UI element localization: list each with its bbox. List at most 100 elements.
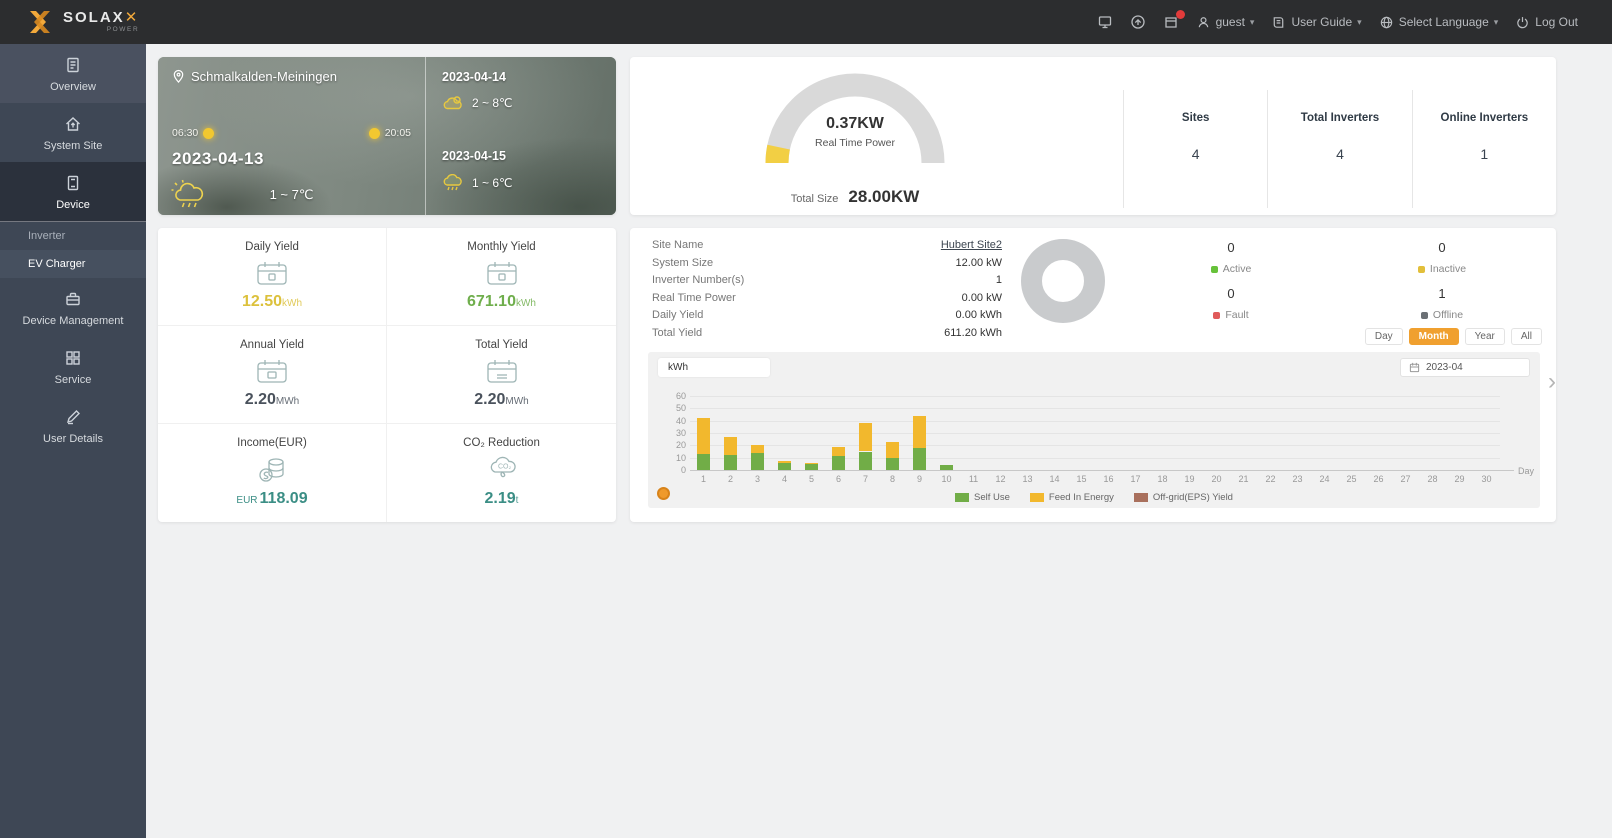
period-tab-day[interactable]: Day xyxy=(1364,328,1403,345)
briefcase-icon xyxy=(66,292,80,306)
bar-segment[interactable] xyxy=(886,457,899,470)
book-icon xyxy=(1274,16,1284,28)
bar-segment[interactable] xyxy=(832,446,845,457)
location-pin-icon xyxy=(173,69,184,83)
submenu-item-ev-charger[interactable]: EV Charger xyxy=(0,250,146,278)
legend-label: Self Use xyxy=(974,492,1010,503)
svg-text:CO₂: CO₂ xyxy=(498,464,512,471)
legend-item: Feed In Energy xyxy=(1029,492,1114,503)
x-axis-tick: 18 xyxy=(1157,474,1168,484)
site-detail-card: Site Name Hubert Site2 System Size 12.00 k… xyxy=(630,228,1556,522)
forecast-temp: 2 ~ 8℃ xyxy=(472,96,513,110)
logo-word: SOLAX xyxy=(63,9,125,27)
detail-row: Inverter Number(s) 1 xyxy=(652,274,1002,286)
user-guide-menu[interactable]: User Guide ▾ xyxy=(1271,15,1362,30)
period-toggle: Day Month Year All xyxy=(1364,328,1542,345)
bar-segment[interactable] xyxy=(913,447,926,470)
coins-icon xyxy=(259,458,284,482)
logout-label: Log Out xyxy=(1535,15,1578,29)
logo-subtitle: POWER xyxy=(106,26,140,34)
yield-chart-panel: kWh 2023-04 0 10 20 30 40 50 60 1 2 3 4 5 6 7 8 9 10 11 12… xyxy=(648,352,1540,508)
period-tab-year[interactable]: Year xyxy=(1464,328,1505,345)
sidebar-item-device[interactable]: Device xyxy=(0,162,146,222)
yield-cell-income: Income(EUR) EUR 118.09 xyxy=(158,424,387,522)
carousel-next-icon[interactable]: › xyxy=(1548,370,1556,394)
y-axis-tick: 50 xyxy=(675,403,686,414)
y-axis-tick: 0 xyxy=(680,465,686,475)
bar-segment[interactable] xyxy=(724,455,737,470)
monitor-icon[interactable] xyxy=(1097,14,1113,30)
legend-item: Off-grid(EPS) Yield xyxy=(1133,492,1233,503)
bar-segment[interactable] xyxy=(859,423,872,452)
bar-segment[interactable] xyxy=(778,462,791,470)
calendar-icon xyxy=(486,262,517,285)
bar-segment[interactable] xyxy=(697,418,710,454)
stat-sites: Sites 4 xyxy=(1123,90,1267,208)
x-axis-tick: 16 xyxy=(1103,474,1114,484)
bar-segment[interactable] xyxy=(805,462,818,464)
sidebar-item-label: Device Management xyxy=(22,315,124,327)
sunrise-time: 06:30 xyxy=(172,127,215,139)
period-tab-all[interactable]: All xyxy=(1510,328,1542,345)
bar-segment[interactable] xyxy=(832,456,845,470)
gauge-label: Real Time Power xyxy=(815,137,895,149)
bar-segment[interactable] xyxy=(913,415,926,448)
x-axis-tick: 28 xyxy=(1427,474,1438,484)
chart-indicator-icon[interactable] xyxy=(657,487,670,500)
chevron-down-icon: ▾ xyxy=(1249,16,1255,27)
topbar-menu: guest ▾ User Guide ▾ Select Language ▾ L… xyxy=(1097,10,1612,30)
x-axis-tick: 8 xyxy=(889,474,895,484)
gridline xyxy=(690,420,1500,422)
bar-segment[interactable] xyxy=(751,445,764,453)
detail-row: Daily Yield 0.00 kWh xyxy=(652,309,1002,321)
logout-button[interactable]: Log Out xyxy=(1515,15,1578,30)
bar-segment[interactable] xyxy=(724,436,737,456)
weather-forecast-panel: 2023-04-14 2 ~ 8℃ 2023-04-15 1 ~ 6℃ xyxy=(426,57,616,215)
home-icon[interactable] xyxy=(1130,14,1146,30)
pen-icon xyxy=(66,410,80,425)
sidebar-item-service[interactable]: Service xyxy=(0,337,146,396)
yield-cell-total: Total Yield 2.20MWh xyxy=(387,326,616,424)
gridline xyxy=(690,433,1500,434)
rain-cloud-icon xyxy=(443,174,462,191)
co2-cloud-icon: CO₂ xyxy=(490,456,516,478)
notification-icon[interactable] xyxy=(1163,10,1185,30)
bar-segment[interactable] xyxy=(805,463,818,470)
solax-logo[interactable]: SOLAX✕ POWER xyxy=(0,8,139,36)
sidebar-item-system-site[interactable]: System Site xyxy=(0,103,146,162)
sidebar-item-user-details[interactable]: User Details xyxy=(0,396,146,455)
user-guide-label: User Guide xyxy=(1291,15,1353,29)
bar-segment[interactable] xyxy=(859,451,872,470)
yield-cell-daily: Daily Yield 12.50kWh xyxy=(158,228,387,326)
bar-segment[interactable] xyxy=(940,465,953,470)
sidebar-item-device-management[interactable]: Device Management xyxy=(0,278,146,337)
sunset-sun-icon xyxy=(368,127,380,139)
gridline xyxy=(690,457,1500,459)
bar-segment[interactable] xyxy=(886,441,899,458)
user-menu[interactable]: guest ▾ xyxy=(1196,15,1255,30)
stat-online-inverters: Online Inverters 1 xyxy=(1411,90,1556,208)
period-tab-month[interactable]: Month xyxy=(1408,328,1459,345)
x-axis-tick: 20 xyxy=(1211,474,1222,484)
site-name-link[interactable]: Hubert Site2 xyxy=(941,237,1002,255)
legend-swatch xyxy=(955,493,970,502)
bar-segment[interactable] xyxy=(751,452,764,470)
y-axis-tick: 20 xyxy=(675,440,686,451)
inactive-status-dot xyxy=(1417,265,1425,273)
service-grid-icon xyxy=(66,351,80,365)
logo-text: SOLAX✕ POWER xyxy=(63,10,139,34)
bar-segment[interactable] xyxy=(778,461,791,463)
real-time-power-card: 0.37KW Real Time Power Total Size 28.00KW… xyxy=(630,57,1556,215)
globe-icon xyxy=(1380,16,1392,28)
sidebar-item-overview[interactable]: Overview xyxy=(0,44,146,103)
sunset-time: 20:05 xyxy=(368,127,411,139)
submenu-item-inverter[interactable]: Inverter xyxy=(0,222,146,250)
detail-row: Site Name Hubert Site2 xyxy=(652,237,1002,255)
gridline xyxy=(690,445,1500,447)
sidebar-item-label: Overview xyxy=(50,81,96,93)
sidebar: Overview System Site Device Inverter EV … xyxy=(0,44,146,838)
status-fault: 0 Fault xyxy=(1146,286,1316,321)
fault-status-dot xyxy=(1213,311,1221,319)
language-menu[interactable]: Select Language ▾ xyxy=(1379,15,1498,30)
bar-segment[interactable] xyxy=(697,454,710,470)
